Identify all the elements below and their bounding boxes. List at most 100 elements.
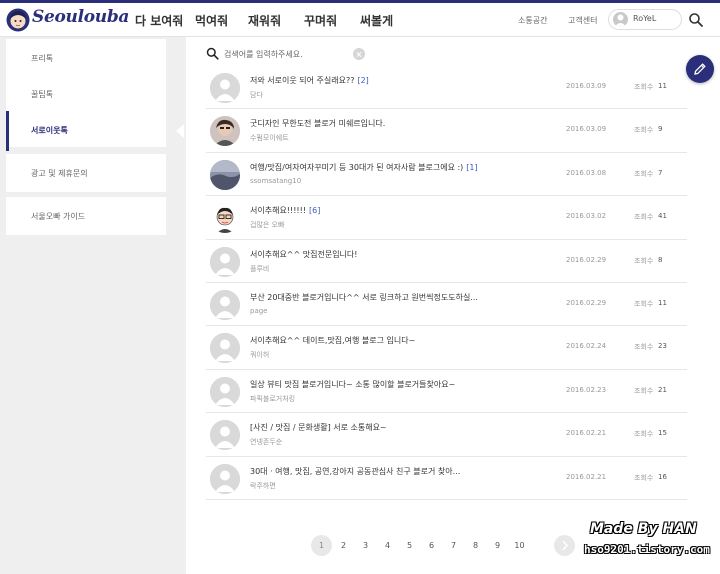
search-input[interactable] (224, 46, 364, 62)
view-count: 23 (658, 342, 667, 351)
post-date: 2016.02.23 (566, 385, 607, 394)
reply-count: [2] (357, 76, 369, 85)
chevron-right-icon (562, 540, 569, 551)
logo[interactable]: Seoulouba (6, 6, 129, 34)
post-row[interactable]: 서이추해요^^ 맛집전문입니다! 플루비 2016.02.29 조회수 8 (206, 240, 687, 283)
sidebar-item-free-talk[interactable]: 프리톡 (6, 39, 166, 79)
post-title-text: 서이추해요^^ 데이트,맛집,여행 블로그 입니다~ (250, 336, 416, 346)
view-count: 9 (658, 125, 663, 134)
post-title-text: 서이추해요!!!!!! (250, 206, 307, 216)
page-link[interactable]: 9 (487, 535, 508, 556)
next-page-button[interactable] (554, 535, 575, 556)
sidebar-item-ad-inquiry[interactable]: 광고 및 제휴문의 (6, 154, 166, 192)
post-title-text: 30대 · 여행, 맛집, 공연,강아지 공동관심사 친구 블로거 찾아... (250, 466, 461, 476)
views-label: 조회수 (634, 169, 654, 178)
view-count: 11 (658, 82, 667, 90)
post-title-text: 굿디자인 무한도전 블로거 미쉐르입니다. (250, 119, 386, 129)
page-link[interactable]: 7 (443, 535, 464, 556)
post-row[interactable]: [사진 / 맛집 / 문화생활] 서로 소통해요~ 연넹존두순 2016.02.21… (206, 413, 687, 457)
page-link[interactable]: 4 (377, 535, 398, 556)
post-author: 담다 (250, 91, 263, 99)
post-row[interactable]: 부산 20대중반 블로거입니다^^ 서로 링크하고 원번씩정도도하실... pag… (206, 283, 687, 327)
post-date: 2016.02.21 (566, 429, 607, 438)
post-row[interactable]: 서이추해요^^ 데이트,맛집,여행 블로그 입니다~ 쿼이허 2016.02.24 조… (206, 326, 687, 370)
sidebar-ad-box: 광고 및 제휴문의 (6, 154, 166, 192)
post-author: ssomsatang10 (250, 176, 302, 185)
nav-item-review[interactable]: 써볼게 (360, 12, 393, 29)
post-title[interactable]: 서이추해요!!!!!! [6] (250, 205, 500, 216)
post-author: 쿼이허 (250, 351, 270, 360)
nav-item-stay[interactable]: 재워줘 (248, 12, 281, 29)
post-title[interactable]: [사진 / 맛집 / 문화생활] 서로 소통해요~ (250, 422, 500, 433)
logo-text: Seoulouba (32, 7, 130, 27)
page-link[interactable]: 8 (465, 535, 486, 556)
post-author: 락주하면 (250, 481, 276, 490)
post-row[interactable]: 굿디자인 무한도전 블로거 미쉐르입니다. 수펌모이쉐트 2016.03.09 조회수… (206, 109, 687, 153)
post-date: 2016.03.09 (566, 125, 607, 134)
page-link[interactable]: 3 (355, 535, 376, 556)
post-row[interactable]: 서이추해요!!!!!! [6] 겁많은 오빠 2016.03.02 조회수 41 (206, 196, 687, 240)
post-date: 2016.03.02 (566, 212, 607, 221)
post-title[interactable]: 저와 서로이웃 되어 주실래요?? [2] (250, 75, 500, 86)
post-author: 연넹존두순 (250, 438, 283, 447)
page-link[interactable]: 6 (421, 535, 442, 556)
post-date: 2016.02.29 (566, 255, 607, 264)
page-link[interactable]: 2 (333, 535, 354, 556)
page-link[interactable]: 1 (311, 535, 332, 556)
community-link[interactable]: 소통공간 (518, 15, 547, 26)
page-link[interactable]: 5 (399, 535, 420, 556)
nav-item-food[interactable]: 먹여줘 (195, 12, 228, 29)
post-title-text: 서이추해요^^ 맛집전문입니다! (250, 249, 358, 259)
page-link[interactable]: 10 (509, 535, 530, 556)
author-avatar (210, 463, 240, 494)
watermark-title: Made By HAN (590, 521, 697, 537)
pencil-icon (694, 63, 706, 75)
sidebar-item-neighbor-talk[interactable]: 서로이웃톡 (6, 111, 166, 151)
post-row[interactable]: 저와 서로이웃 되어 주실래요?? [2] 담다 2016.03.09 조회수 11 (206, 66, 687, 110)
nav-item-all[interactable]: 다 보여줘 (135, 12, 183, 29)
write-post-button[interactable] (686, 55, 714, 83)
view-count: 7 (658, 168, 663, 177)
post-title[interactable]: 굿디자인 무한도전 블로거 미쉐르입니다. (250, 118, 500, 129)
views-label: 조회수 (634, 256, 654, 265)
sidebar-item-guide[interactable]: 서울오빠 가이드 (6, 197, 166, 235)
post-title-text: 일상 뷰티 맛집 블로거입니다~ 소통 많이할 블로거들찾아요~ (250, 379, 456, 389)
post-title[interactable]: 부산 20대중반 블로거입니다^^ 서로 링크하고 원번씩정도도하실... (250, 292, 500, 303)
sidebar-item-label: 서울오빠 가이드 (31, 212, 86, 221)
post-title[interactable]: 여행/맛집/여자여자꾸미기 등 30대가 된 여자사람 블로그에요 :) [1] (250, 162, 500, 173)
views-label: 조회수 (634, 430, 654, 439)
views-label: 조회수 (634, 473, 654, 482)
post-title[interactable]: 30대 · 여행, 맛집, 공연,강아지 공동관심사 친구 블로거 찾아... (250, 466, 500, 477)
reply-count: [6] (309, 206, 321, 216)
post-title[interactable]: 일상 뷰티 맛집 블로거입니다~ 소통 많이할 블로거들찾아요~ (250, 379, 500, 390)
post-title[interactable]: 서이추해요^^ 맛집전문입니다! (250, 249, 500, 260)
search-icon (206, 47, 219, 60)
post-date: 2016.02.24 (566, 342, 607, 351)
views-label: 조회수 (634, 343, 654, 352)
views-label: 조회수 (634, 299, 654, 308)
post-row[interactable]: 여행/맛집/여자여자꾸미기 등 30대가 된 여자사람 블로그에요 :) [1] s… (206, 153, 687, 197)
post-date: 2016.03.08 (566, 168, 607, 177)
post-row[interactable]: 30대 · 여행, 맛집, 공연,강아지 공동관심사 친구 블로거 찾아... 락… (206, 457, 687, 500)
views-label: 조회수 (634, 386, 654, 395)
sidebar-item-tips-talk[interactable]: 꿀팁톡 (6, 75, 166, 115)
nav-item-beauty[interactable]: 꾸며줘 (304, 12, 337, 29)
post-title[interactable]: 서이추해요^^ 데이트,맛집,여행 블로그 입니다~ (250, 335, 500, 346)
clear-icon[interactable] (353, 48, 365, 60)
active-pointer (176, 124, 184, 138)
reply-count: [1] (466, 162, 478, 172)
author-avatar (210, 159, 240, 190)
support-link[interactable]: 고객센터 (568, 15, 597, 26)
post-author: 플루비 (250, 264, 270, 273)
author-avatar (210, 73, 240, 103)
sidebar-item-label: 꿀팁톡 (31, 90, 54, 99)
post-row[interactable]: 일상 뷰티 맛집 블로거입니다~ 소통 많이할 블로거들찾아요~ 파픽블로거처킹 2… (206, 370, 687, 414)
view-count: 21 (658, 385, 667, 394)
author-avatar (210, 333, 240, 364)
post-list: 저와 서로이웃 되어 주실래요?? [2] 담다 2016.03.09 조회수 11 굿디자… (206, 66, 687, 500)
search-icon[interactable] (688, 12, 704, 28)
post-author: page (250, 306, 268, 315)
sidebar-item-label: 프리톡 (31, 54, 54, 63)
user-avatar-icon (613, 12, 628, 27)
user-menu[interactable]: RoYeL (608, 9, 682, 30)
